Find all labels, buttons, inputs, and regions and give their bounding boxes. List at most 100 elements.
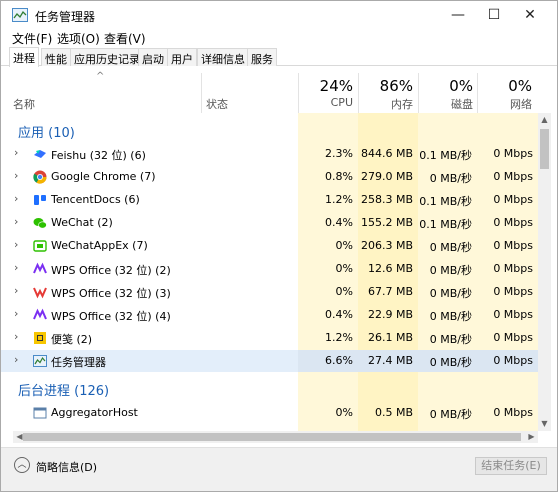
network-total-percent: 0%	[508, 77, 532, 95]
close-icon: ✕	[524, 7, 536, 23]
expand-chevron-icon[interactable]: ›	[14, 284, 18, 297]
cpu-value: 0%	[335, 239, 353, 252]
scroll-down-icon[interactable]: ▼	[538, 417, 551, 431]
vertical-scroll-thumb[interactable]	[540, 129, 549, 169]
column-divider[interactable]	[358, 73, 359, 113]
column-divider[interactable]	[201, 73, 202, 113]
disk-value: 0 MB/秒	[429, 264, 472, 277]
cpu-value: 1.2%	[325, 193, 353, 206]
process-name: 任务管理器	[51, 356, 106, 369]
horizontal-scroll-thumb[interactable]	[23, 433, 521, 441]
expand-chevron-icon[interactable]: ›	[14, 146, 18, 159]
end-task-button[interactable]: 结束任务(E)	[475, 457, 547, 475]
expand-chevron-icon[interactable]: ›	[14, 353, 18, 366]
tab-services[interactable]: 服务	[247, 48, 277, 66]
scroll-right-icon[interactable]: ▶	[525, 430, 538, 444]
column-network[interactable]: 网络	[479, 96, 532, 112]
process-name: Google Chrome (7)	[51, 170, 156, 183]
disk-value: 0 MB/秒	[429, 310, 472, 323]
vertical-scrollbar[interactable]: ▲ ▼	[538, 113, 551, 431]
column-divider[interactable]	[298, 73, 299, 113]
tab-startup[interactable]: 启动	[138, 48, 168, 66]
network-value: 0 Mbps	[493, 262, 533, 275]
sticky-notes-icon	[34, 332, 46, 344]
disk-value: 0 MB/秒	[418, 350, 477, 372]
table-row[interactable]: › TencentDocs (6) 1.2% 258.3 MB 0.1 MB/秒…	[1, 189, 538, 211]
group-title-apps: 应用 (10)	[18, 126, 75, 141]
expand-chevron-icon[interactable]: ›	[14, 238, 18, 251]
expand-chevron-icon[interactable]: ›	[14, 307, 18, 320]
task-manager-window: 任务管理器 — ☐ ✕ 文件(F) 选项(O) 查看(V) 进程 性能 应用历史…	[0, 0, 558, 492]
memory-value: 0.5 MB	[374, 406, 413, 419]
tab-app-history[interactable]: 应用历史记录	[70, 48, 144, 66]
table-row[interactable]: › WPS Office (32 位) (4) 0.4% 22.9 MB 0 M…	[1, 304, 538, 326]
table-row[interactable]: › WPS Office (32 位) (2) 0% 12.6 MB 0 MB/…	[1, 258, 538, 280]
table-row-selected[interactable]: › 任务管理器 6.6% 27.4 MB 0 MB/秒 0 Mbps	[1, 350, 538, 372]
disk-value: 0 MB/秒	[429, 241, 472, 254]
maximize-icon: ☐	[487, 7, 501, 23]
memory-value: 258.3 MB	[360, 193, 413, 206]
table-row[interactable]: › Feishu (32 位) (6) 2.3% 844.6 MB 0.1 MB…	[1, 143, 538, 165]
wps-icon	[33, 262, 47, 274]
column-disk[interactable]: 磁盘	[421, 96, 473, 112]
minimize-icon: —	[451, 7, 465, 23]
cpu-value: 2.3%	[325, 147, 353, 160]
expand-chevron-icon[interactable]: ›	[14, 169, 18, 182]
tab-performance[interactable]: 性能	[41, 48, 71, 66]
table-row[interactable]: › WPS Office (32 位) (3) 0% 67.7 MB 0 MB/…	[1, 281, 538, 303]
fewer-details-link[interactable]: 简略信息(D)	[36, 459, 97, 475]
minimize-button[interactable]: —	[441, 1, 475, 29]
process-name: WPS Office (32 位) (2)	[51, 264, 171, 277]
expand-chevron-icon[interactable]: ›	[14, 215, 18, 228]
horizontal-scrollbar[interactable]: ◀ ▶	[13, 431, 538, 443]
process-name: TencentDocs (6)	[51, 193, 140, 206]
task-manager-app-icon	[12, 8, 28, 22]
title-bar[interactable]: 任务管理器 — ☐ ✕	[1, 1, 557, 29]
process-name: WeChatAppEx (7)	[51, 239, 148, 252]
column-name[interactable]: 名称	[13, 96, 35, 112]
memory-value: 12.6 MB	[367, 262, 413, 275]
table-row[interactable]: AggregatorHost 0% 0.5 MB 0 MB/秒 0 Mbps	[1, 402, 538, 424]
column-cpu[interactable]: CPU	[301, 96, 353, 109]
process-name: Feishu (32 位) (6)	[51, 149, 146, 162]
scroll-up-icon[interactable]: ▲	[538, 113, 551, 127]
group-title-background: 后台进程 (126)	[18, 384, 110, 399]
expand-chevron-icon[interactable]: ›	[14, 330, 18, 343]
maximize-button[interactable]: ☐	[477, 1, 511, 29]
table-row[interactable]: › WeChatAppEx (7) 0% 206.3 MB 0 MB/秒 0 M…	[1, 235, 538, 257]
wps-writer-icon	[33, 287, 47, 299]
column-header: ^ 名称 状态 24% CPU 86% 内存 0% 磁盘 0% 网络	[1, 67, 557, 113]
column-status[interactable]: 状态	[206, 96, 228, 112]
column-divider[interactable]	[477, 73, 478, 113]
table-row[interactable]: › Google Chrome (7) 0.8% 279.0 MB 0 MB/秒…	[1, 166, 538, 188]
sort-caret-icon: ^	[96, 71, 105, 82]
table-row[interactable]: › 便笺 (2) 1.2% 26.1 MB 0 MB/秒 0 Mbps	[1, 327, 538, 349]
column-memory[interactable]: 内存	[361, 96, 413, 112]
expand-chevron-icon[interactable]: ›	[14, 192, 18, 205]
process-name: WeChat (2)	[51, 216, 113, 229]
cpu-value: 0%	[335, 406, 353, 419]
tab-processes[interactable]: 进程	[9, 47, 39, 67]
tab-details[interactable]: 详细信息	[197, 48, 249, 66]
column-divider[interactable]	[418, 73, 419, 113]
tab-bar: 进程 性能 应用历史记录 启动 用户 详细信息 服务	[1, 47, 557, 67]
close-button[interactable]: ✕	[513, 1, 547, 29]
disk-value: 0 MB/秒	[429, 287, 472, 300]
collapse-up-icon[interactable]: ︿	[14, 457, 30, 473]
network-value: 0 Mbps	[477, 350, 538, 372]
table-row[interactable]: › WeChat (2) 0.4% 155.2 MB 0.1 MB/秒 0 Mb…	[1, 212, 538, 234]
process-list[interactable]: 应用 (10) › Feishu (32 位) (6) 2.3% 844.6 M…	[1, 113, 538, 431]
cpu-value: 1.2%	[325, 331, 353, 344]
process-name: WPS Office (32 位) (4)	[51, 310, 171, 323]
tab-users[interactable]: 用户	[167, 48, 197, 66]
memory-total-percent: 86%	[379, 77, 413, 95]
cpu-value: 0.4%	[325, 308, 353, 321]
network-value: 0 Mbps	[493, 193, 533, 206]
disk-total-percent: 0%	[449, 77, 473, 95]
menu-options[interactable]: 选项(O)	[57, 30, 100, 47]
disk-value: 0 MB/秒	[429, 408, 472, 421]
menu-file[interactable]: 文件(F)	[12, 30, 52, 47]
expand-chevron-icon[interactable]: ›	[14, 261, 18, 274]
menu-view[interactable]: 查看(V)	[104, 30, 146, 47]
footer: ︿ 简略信息(D) 结束任务(E)	[1, 447, 557, 491]
